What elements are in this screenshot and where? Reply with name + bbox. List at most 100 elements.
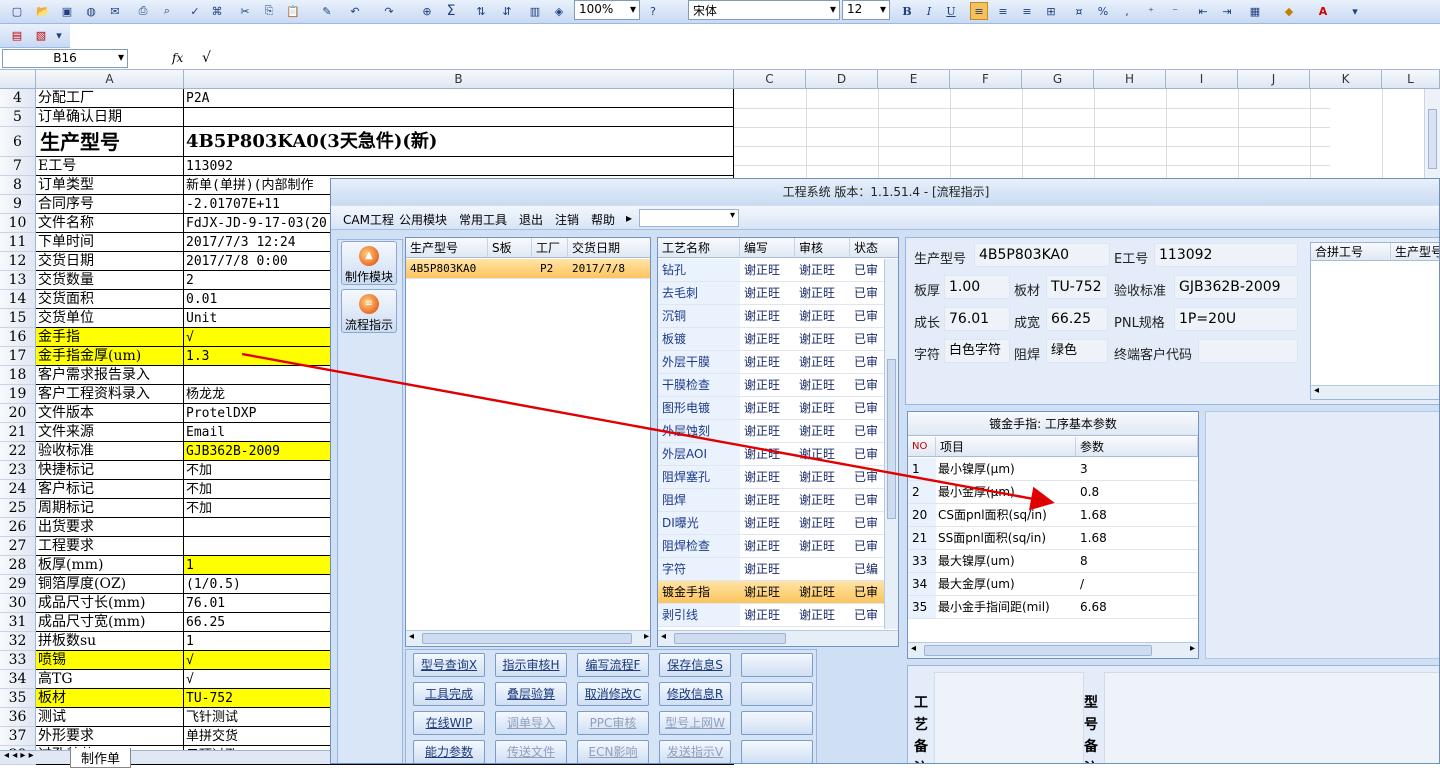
- process-status-cell[interactable]: 已审: [850, 305, 886, 328]
- decrease-decimal-icon[interactable]: ⁻: [1166, 2, 1184, 20]
- action-button[interactable]: [741, 653, 813, 677]
- increase-indent-icon[interactable]: ⇥: [1218, 2, 1236, 20]
- cell-label[interactable]: 文件版本: [36, 404, 184, 423]
- process-col-name[interactable]: 工艺名称: [658, 238, 740, 258]
- action-button[interactable]: [741, 740, 813, 763]
- action-button[interactable]: 能力参数: [413, 740, 485, 763]
- currency-icon[interactable]: ¤: [1070, 2, 1088, 20]
- column-header[interactable]: I: [1166, 70, 1238, 89]
- e-number-field[interactable]: 113092: [1154, 243, 1298, 267]
- action-button[interactable]: 保存信息S: [659, 653, 731, 677]
- cell-label[interactable]: 成品尺寸宽(mm): [36, 613, 184, 632]
- merge-col-number[interactable]: 合拼工号: [1311, 243, 1391, 261]
- cell-label[interactable]: 测试: [36, 708, 184, 727]
- order-col-model[interactable]: 生产型号: [406, 238, 488, 258]
- cell-label[interactable]: 喷锡: [36, 651, 184, 670]
- font-size-select[interactable]: 12 ▾: [842, 0, 890, 20]
- new-icon[interactable]: ▢: [8, 2, 26, 20]
- merge-hscrollbar[interactable]: ◂: [1311, 385, 1439, 399]
- undo-icon[interactable]: ↶: [346, 2, 364, 20]
- scroll-thumb[interactable]: [924, 645, 1152, 656]
- cell-label[interactable]: 订单类型: [36, 176, 184, 195]
- cell-label[interactable]: 出货要求: [36, 518, 184, 537]
- menu-public-modules[interactable]: 公用模块: [399, 211, 447, 228]
- param-item-cell[interactable]: 最小镍厚(μm): [936, 458, 1076, 481]
- comma-button[interactable]: ,: [1118, 2, 1136, 20]
- cell-label[interactable]: 外形要求: [36, 727, 184, 746]
- align-right-icon[interactable]: ≡: [1018, 2, 1036, 20]
- scroll-left-icon[interactable]: ◂: [409, 631, 414, 642]
- param-item-cell[interactable]: 最小金厚(μm): [936, 481, 1076, 504]
- cell-label[interactable]: 文件来源: [36, 423, 184, 442]
- italic-button[interactable]: I: [920, 2, 938, 20]
- process-writer-cell[interactable]: 谢正旺: [740, 397, 795, 420]
- process-status-cell[interactable]: 已审: [850, 397, 886, 420]
- action-button[interactable]: 工具完成: [413, 682, 485, 706]
- action-button[interactable]: 编写流程F: [577, 653, 649, 677]
- action-button[interactable]: 调单导入: [495, 711, 567, 735]
- param-value-cell[interactable]: 8: [1076, 550, 1198, 573]
- process-writer-cell[interactable]: 谢正旺: [740, 489, 795, 512]
- param-value-cell[interactable]: 1.68: [1076, 527, 1198, 550]
- column-header[interactable]: A: [36, 70, 184, 89]
- param-no-cell[interactable]: 1: [908, 458, 936, 481]
- action-button[interactable]: PPC审核: [577, 711, 649, 735]
- row-header[interactable]: 32: [0, 632, 36, 651]
- column-header[interactable]: G: [1022, 70, 1094, 89]
- column-header[interactable]: L: [1382, 70, 1440, 89]
- action-button[interactable]: 传送文件: [495, 740, 567, 763]
- row-header[interactable]: 16: [0, 328, 36, 347]
- order-col-factory[interactable]: 工厂: [532, 238, 568, 258]
- param-col-no[interactable]: NO: [908, 437, 936, 457]
- process-writer-cell[interactable]: 谢正旺: [740, 259, 795, 282]
- row-header[interactable]: 15: [0, 309, 36, 328]
- order-col-date[interactable]: 交货日期: [568, 238, 650, 258]
- font-color-icon[interactable]: A: [1314, 2, 1332, 20]
- param-no-cell[interactable]: 35: [908, 596, 936, 619]
- row-header[interactable]: 24: [0, 480, 36, 499]
- process-reviewer-cell[interactable]: 谢正旺: [795, 466, 850, 489]
- process-reviewer-cell[interactable]: 谢正旺: [795, 305, 850, 328]
- order-hscrollbar[interactable]: ◂ ▸: [406, 630, 650, 646]
- process-hscrollbar[interactable]: ◂: [658, 630, 898, 646]
- cell-label[interactable]: 客户需求报告录入: [36, 366, 184, 385]
- process-status-cell[interactable]: 已审: [850, 282, 886, 305]
- sort-descending-icon[interactable]: ⇵: [498, 2, 516, 20]
- row-header[interactable]: 27: [0, 537, 36, 556]
- param-value-cell[interactable]: 1.68: [1076, 504, 1198, 527]
- process-writer-cell[interactable]: 谢正旺: [740, 443, 795, 466]
- row-header[interactable]: 23: [0, 461, 36, 480]
- process-name-cell[interactable]: 剥引线: [658, 604, 740, 627]
- scroll-right-icon[interactable]: ▸: [644, 631, 649, 642]
- borders-icon[interactable]: ▦: [1246, 2, 1264, 20]
- process-reviewer-cell[interactable]: 谢正旺: [795, 282, 850, 305]
- cell-label[interactable]: 客户工程资料录入: [36, 385, 184, 404]
- process-writer-cell[interactable]: 谢正旺: [740, 512, 795, 535]
- process-status-cell[interactable]: 已审: [850, 512, 886, 535]
- param-no-cell[interactable]: 34: [908, 573, 936, 596]
- row-header[interactable]: 20: [0, 404, 36, 423]
- process-writer-cell[interactable]: 谢正旺: [740, 305, 795, 328]
- menu-help[interactable]: 帮助: [591, 211, 615, 228]
- order-cell-factory[interactable]: P2: [532, 259, 568, 279]
- drawing-icon[interactable]: ◈: [550, 2, 568, 20]
- process-reviewer-cell[interactable]: 谢正旺: [795, 581, 850, 604]
- column-header[interactable]: D: [806, 70, 878, 89]
- menu-logout[interactable]: 注销: [555, 211, 579, 228]
- align-center-icon[interactable]: ≡: [994, 2, 1012, 20]
- cell-label[interactable]: E工号: [36, 157, 184, 176]
- param-col-value[interactable]: 参数: [1076, 437, 1198, 457]
- model-notes-field[interactable]: [1104, 672, 1439, 763]
- process-reviewer-cell[interactable]: 谢正旺: [795, 328, 850, 351]
- cell-label[interactable]: 客户标记: [36, 480, 184, 499]
- process-status-cell[interactable]: 已审: [850, 259, 886, 282]
- cell-value[interactable]: [184, 108, 734, 127]
- action-button[interactable]: 型号查询X: [413, 653, 485, 677]
- merge-center-icon[interactable]: ⊞: [1042, 2, 1060, 20]
- process-col-writer[interactable]: 编写: [740, 238, 795, 258]
- row-header[interactable]: 30: [0, 594, 36, 613]
- process-status-cell[interactable]: 已审: [850, 466, 886, 489]
- process-reviewer-cell[interactable]: 谢正旺: [795, 374, 850, 397]
- process-name-cell[interactable]: 字符: [658, 558, 740, 581]
- toolbar-options-icon[interactable]: ▾: [1346, 2, 1364, 20]
